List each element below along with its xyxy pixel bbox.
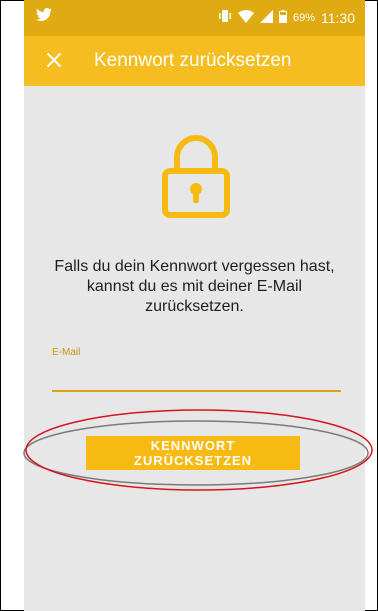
lock-icon [159,133,233,219]
email-label: E-Mail [52,347,81,358]
wifi-icon [237,9,254,27]
twitter-bird-icon [36,8,52,28]
app-bar: Kennwort zurücksetzen [24,36,365,86]
close-icon[interactable] [42,48,66,72]
reset-password-button[interactable]: KENNWORT ZURÜCKSETZEN [86,436,300,470]
vibrate-icon [218,9,232,27]
battery-icon [278,9,287,27]
signal-icon [259,9,273,27]
status-bar: 69% 11:30 [24,0,365,36]
status-icons: 69% 11:30 [218,9,355,27]
phone-screen: 69% 11:30 Kennwort zurücksetzen Falls du… [24,0,365,611]
email-field[interactable] [52,360,341,392]
battery-unit: % [305,12,315,24]
battery-percent: 69 [292,12,306,24]
description-text: Falls du dein Kennwort vergessen hast, k… [54,258,335,315]
status-time: 11:30 [321,10,355,26]
page-title: Kennwort zurücksetzen [94,50,292,71]
